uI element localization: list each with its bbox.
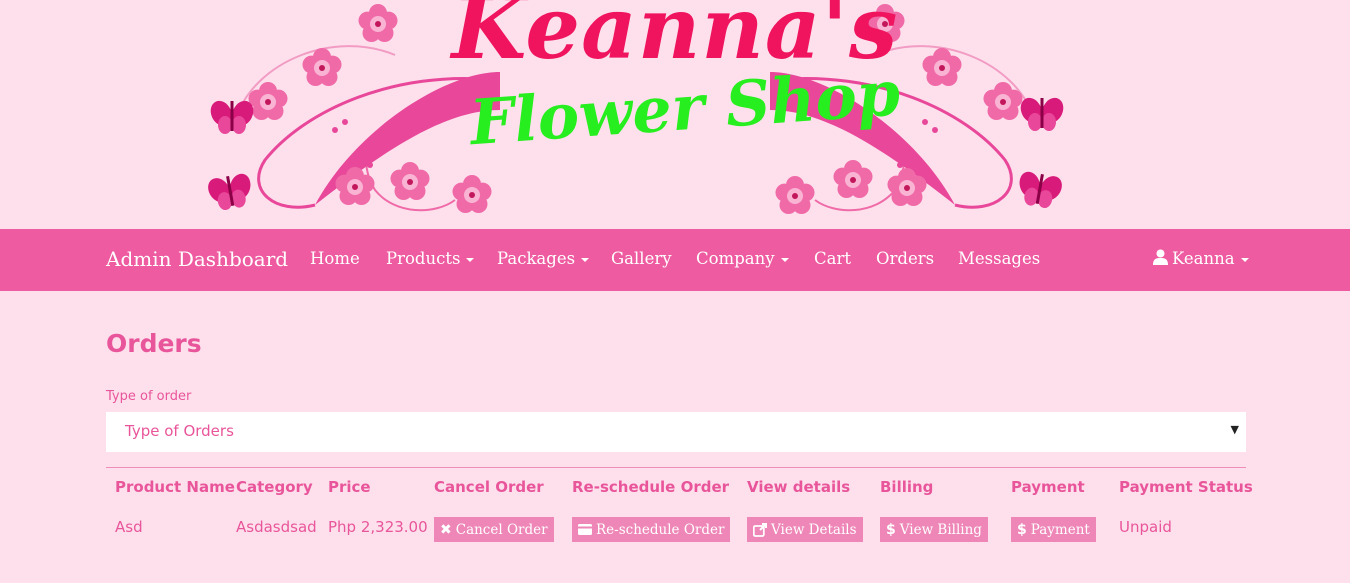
nav-orders-label: Orders xyxy=(876,249,935,268)
cell-product-name: Asd xyxy=(115,518,143,536)
view-details-label: View Details xyxy=(771,521,857,538)
payment-button[interactable]: $ Payment xyxy=(1011,517,1096,542)
nav-gallery-label: Gallery xyxy=(611,249,672,268)
nav-products-label: Products xyxy=(386,249,461,268)
reschedule-order-label: Re-schedule Order xyxy=(596,521,725,538)
page-title: Orders xyxy=(106,329,202,358)
external-link-icon xyxy=(753,522,767,537)
header-billing: Billing xyxy=(880,478,934,496)
dollar-icon: $ xyxy=(886,521,896,538)
user-menu-label: Keanna xyxy=(1172,249,1235,268)
view-billing-label: View Billing xyxy=(899,521,982,538)
caret-down-icon xyxy=(466,257,475,262)
payment-label: Payment xyxy=(1030,521,1090,538)
header-category: Category xyxy=(236,478,313,496)
nav-cart-label: Cart xyxy=(814,249,851,268)
caret-down-icon xyxy=(780,257,789,262)
nav-orders[interactable]: Orders xyxy=(876,249,934,268)
table-divider xyxy=(106,467,1246,468)
nav-products[interactable]: Products xyxy=(386,249,475,268)
header-payment: Payment xyxy=(1011,478,1085,496)
times-icon: ✖ xyxy=(440,521,452,538)
nav-messages[interactable]: Messages xyxy=(958,249,1040,268)
top-navbar: Admin Dashboard Home Products Packages G… xyxy=(0,229,1350,291)
dollar-icon: $ xyxy=(1017,521,1027,538)
nav-cart[interactable]: Cart xyxy=(814,249,851,268)
header-banner: Keanna's Flower Shop xyxy=(0,0,1350,229)
caret-down-icon xyxy=(581,257,590,262)
nav-messages-label: Messages xyxy=(958,249,1041,268)
nav-home-label: Home xyxy=(310,249,360,268)
nav-packages-label: Packages xyxy=(497,249,576,268)
header-reschedule-order: Re-schedule Order xyxy=(572,478,730,496)
cell-price: Php 2,323.00 xyxy=(328,518,428,536)
caret-down-icon xyxy=(1240,257,1249,262)
view-details-button[interactable]: View Details xyxy=(747,517,863,542)
user-icon xyxy=(1153,249,1168,265)
header-cancel-order: Cancel Order xyxy=(434,478,544,496)
nav-gallery[interactable]: Gallery xyxy=(611,249,672,268)
order-type-label: Type of order xyxy=(106,389,192,404)
header-view-details: View details xyxy=(747,478,851,496)
header-price: Price xyxy=(328,478,371,496)
order-type-selected-value: Type of Orders xyxy=(125,422,234,440)
nav-home[interactable]: Home xyxy=(310,249,360,268)
order-type-select[interactable]: Type of Orders ▼ xyxy=(106,412,1246,452)
cell-payment-status: Unpaid xyxy=(1119,518,1172,536)
reschedule-order-button[interactable]: Re-schedule Order xyxy=(572,517,731,542)
credit-card-icon xyxy=(578,524,592,535)
nav-packages[interactable]: Packages xyxy=(497,249,590,268)
header-product-name: Product Name xyxy=(115,478,235,496)
user-menu[interactable]: Keanna xyxy=(1153,249,1249,268)
cancel-order-button[interactable]: ✖ Cancel Order xyxy=(434,517,554,542)
cancel-order-label: Cancel Order xyxy=(455,521,548,538)
dropdown-arrow-icon: ▼ xyxy=(1230,423,1239,436)
cell-category: Asdasdsad xyxy=(236,518,317,536)
nav-company-label: Company xyxy=(696,249,775,268)
navbar-brand[interactable]: Admin Dashboard xyxy=(106,247,288,271)
header-payment-status: Payment Status xyxy=(1119,478,1253,496)
view-billing-button[interactable]: $ View Billing xyxy=(880,517,988,542)
nav-company[interactable]: Company xyxy=(696,249,789,268)
